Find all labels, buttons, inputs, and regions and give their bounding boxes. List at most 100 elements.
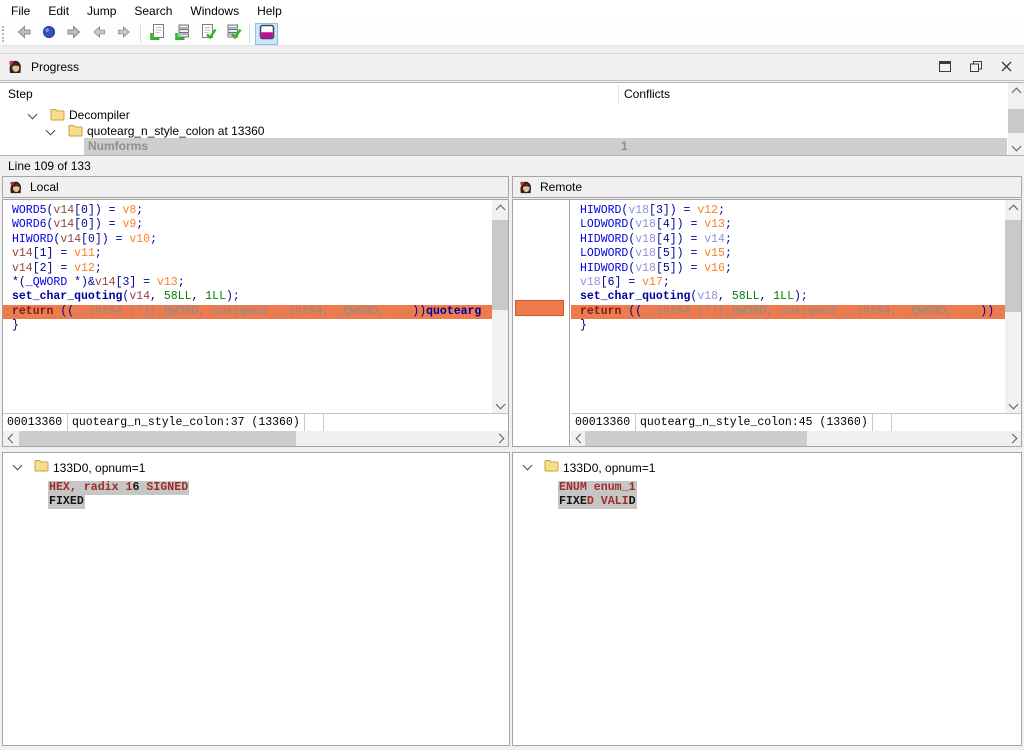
scrollbar-thumb[interactable] — [585, 431, 807, 446]
chevron-down-icon[interactable] — [13, 461, 23, 471]
remote-vertical-scrollbar[interactable] — [1005, 200, 1021, 413]
numforms-label: Numforms — [88, 139, 148, 153]
local-horizontal-scrollbar[interactable] — [3, 431, 508, 446]
scrollbar-thumb[interactable] — [492, 220, 508, 310]
scroll-down-button[interactable] — [1005, 398, 1021, 413]
close-icon — [1001, 60, 1012, 75]
code-line[interactable]: v18[6] = v17; — [580, 276, 1005, 290]
tree-row-decompiler[interactable]: Decompiler — [69, 107, 130, 123]
document-stack-check-button[interactable] — [221, 23, 244, 45]
remote-detail-pane: 133D0, opnum=1 ENUM enum_1FIXED VALID — [512, 452, 1022, 746]
restore-icon — [970, 60, 982, 75]
status-location: quotearg_n_style_colon:45 (13360) — [636, 414, 873, 431]
detail-line[interactable]: HEX, radix 16 SIGNED — [48, 481, 189, 495]
code-line[interactable]: *(_QWORD *)&v14[3] = v13; — [12, 276, 492, 290]
operand-node-label[interactable]: 133D0, opnum=1 — [53, 461, 145, 475]
menu-item-edit[interactable]: Edit — [39, 0, 78, 22]
code-line[interactable]: HIDWORD(v18[4]) = v14; — [580, 233, 1005, 247]
document-green-button[interactable] — [146, 23, 169, 45]
code-line[interactable]: HIDWORD(v18[5]) = v16; — [580, 262, 1005, 276]
code-line[interactable]: set_char_quoting(v14, 58LL, 1LL); — [12, 290, 492, 304]
scroll-down-button[interactable] — [492, 398, 508, 413]
document-stack-green-icon — [174, 23, 192, 44]
ida-app-icon — [8, 180, 23, 195]
chevron-right-icon — [1007, 434, 1017, 444]
code-line[interactable]: HIWORD(v18[3]) = v12; — [580, 204, 1005, 218]
tree-vertical-scrollbar[interactable] — [1008, 83, 1024, 155]
status-empty-cell — [324, 414, 508, 431]
jump-previous-button[interactable] — [87, 23, 110, 45]
scroll-right-button[interactable] — [493, 431, 508, 446]
merge-window-button[interactable] — [255, 23, 278, 45]
ida-app-icon — [7, 59, 23, 75]
toolbar-grip[interactable] — [2, 26, 7, 42]
code-line[interactable]: } — [580, 319, 1005, 333]
line-indicator: Line 109 of 133 — [8, 159, 91, 173]
local-pane-header[interactable]: Local — [2, 176, 509, 198]
menu-item-file[interactable]: File — [2, 0, 39, 22]
scrollbar-thumb[interactable] — [1005, 220, 1021, 312]
progress-window-titlebar[interactable]: Progress — [0, 53, 1024, 81]
scroll-left-button[interactable] — [571, 431, 586, 446]
local-pseudocode-view[interactable]: WORD5(v14[0]) = v8;WORD6(v14[0]) = v9;HI… — [3, 200, 492, 413]
document-stack-green-button[interactable] — [171, 23, 194, 45]
nav-back-button[interactable] — [12, 23, 35, 45]
remote-horizontal-scrollbar[interactable] — [571, 431, 1021, 446]
menu-item-jump[interactable]: Jump — [78, 0, 125, 22]
code-line[interactable]: WORD5(v14[0]) = v8; — [12, 204, 492, 218]
nav-current-button[interactable] — [37, 23, 60, 45]
restore-button[interactable] — [960, 56, 991, 78]
scroll-right-button[interactable] — [1006, 431, 1021, 446]
code-line-highlighted[interactable]: return ((__int64 (*)(_QWORD, unsigned __… — [3, 305, 492, 319]
local-detail-pane: 133D0, opnum=1 HEX, radix 16 SIGNEDFIXED — [2, 452, 510, 746]
local-status-bar: 00013360 quotearg_n_style_colon:37 (1336… — [3, 413, 508, 431]
chevron-down-icon[interactable] — [523, 461, 533, 471]
remote-operand-options: ENUM enum_1FIXED VALID — [558, 481, 637, 509]
operand-node-label[interactable]: 133D0, opnum=1 — [563, 461, 655, 475]
code-line[interactable]: v14[1] = v11; — [12, 247, 492, 261]
scrollbar-thumb[interactable] — [19, 431, 296, 446]
document-check-button[interactable] — [196, 23, 219, 45]
scroll-down-button[interactable] — [1008, 140, 1024, 155]
tree-row-numforms-selected[interactable]: Numforms 1 — [84, 138, 1007, 155]
local-vertical-scrollbar[interactable] — [492, 200, 508, 413]
folder-icon — [50, 108, 65, 121]
detail-line[interactable]: FIXED — [48, 495, 85, 509]
menu-item-search[interactable]: Search — [125, 0, 181, 22]
code-line[interactable]: LODWORD(v18[5]) = v15; — [580, 247, 1005, 261]
scroll-left-button[interactable] — [3, 431, 18, 446]
remote-diff-margin — [513, 200, 570, 446]
numforms-conflict-count: 1 — [621, 139, 628, 153]
menu-item-help[interactable]: Help — [248, 0, 291, 22]
menu-bar: FileEditJumpSearchWindowsHelp — [0, 0, 1024, 22]
scroll-up-button[interactable] — [492, 200, 508, 215]
jump-next-button[interactable] — [112, 23, 135, 45]
scroll-up-button[interactable] — [1005, 200, 1021, 215]
column-header-conflicts[interactable]: Conflicts — [624, 87, 670, 101]
remote-pane-header[interactable]: Remote — [512, 176, 1022, 198]
column-header-step[interactable]: Step — [8, 87, 33, 101]
menu-item-windows[interactable]: Windows — [181, 0, 248, 22]
scrollbar-thumb[interactable] — [1008, 109, 1024, 133]
tree-row-function[interactable]: quotearg_n_style_colon at 13360 — [87, 123, 264, 139]
chevron-down-icon[interactable] — [46, 126, 56, 136]
column-divider[interactable] — [618, 85, 619, 103]
code-line[interactable]: HIWORD(v14[0]) = v10; — [12, 233, 492, 247]
close-button[interactable] — [991, 56, 1022, 78]
code-line[interactable]: WORD6(v14[0]) = v9; — [12, 218, 492, 232]
code-line[interactable]: set_char_quoting(v18, 58LL, 1LL); — [580, 290, 1005, 304]
code-line[interactable]: v14[2] = v12; — [12, 262, 492, 276]
scroll-up-button[interactable] — [1008, 83, 1024, 98]
remote-pseudocode-view[interactable]: HIWORD(v18[3]) = v12;LODWORD(v18[4]) = v… — [571, 200, 1005, 413]
chevron-down-icon[interactable] — [28, 110, 38, 120]
code-line[interactable]: } — [12, 319, 492, 333]
code-line-highlighted[interactable]: return ((__int64 (*)(_QWORD, unsigned __… — [571, 305, 1005, 319]
chevron-right-icon — [494, 434, 504, 444]
code-line[interactable]: LODWORD(v18[4]) = v13; — [580, 218, 1005, 232]
detail-line[interactable]: ENUM enum_1 — [558, 481, 637, 495]
maximize-button[interactable] — [929, 56, 960, 78]
diff-position-marker[interactable] — [515, 300, 564, 316]
detail-line[interactable]: FIXED VALID — [558, 495, 637, 509]
nav-forward-button[interactable] — [62, 23, 85, 45]
conflict-tree-panel: Step Conflicts Decompiler quotearg_n_sty… — [0, 82, 1024, 156]
